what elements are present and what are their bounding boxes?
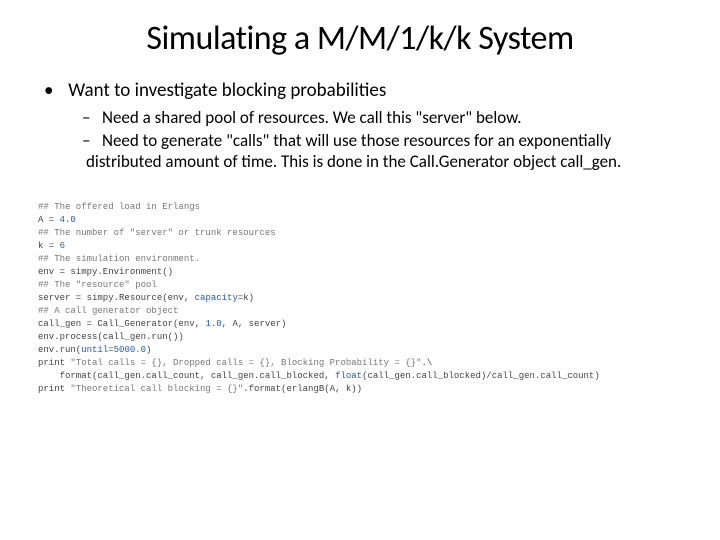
code-comment: ## A call generator object (38, 306, 178, 316)
code-block: ## The offered load in Erlangs A = 4.0 #… (38, 201, 672, 397)
code-string: "Theoretical call blocking = {}" (70, 384, 243, 394)
sub-bullet-text: Need a shared pool of resources. We call… (102, 107, 522, 128)
code-string: "Total calls = {}, Dropped calls = {}, B… (70, 358, 421, 368)
code-number: 5000.0 (114, 345, 146, 355)
code-kw: capacity (195, 293, 238, 303)
slide: Simulating a M/M/1/k/k System Want to in… (0, 0, 720, 396)
code-kw: until (81, 345, 108, 355)
code-line: env.run( (38, 345, 81, 355)
code-line: k = (38, 241, 60, 251)
code-comment: ## The offered load in Erlangs (38, 202, 200, 212)
code-line: .\ (421, 358, 432, 368)
code-number: 6 (60, 241, 65, 251)
code-line: server = simpy.Resource(env, (38, 293, 195, 303)
code-comment: ## The "resource" pool (38, 280, 157, 290)
code-line: print (38, 384, 70, 394)
code-line: , A, server) (222, 319, 287, 329)
sub-bullet-list: Need a shared pool of resources. We call… (86, 107, 672, 173)
code-line: A = (38, 215, 60, 225)
bullet-list: Want to investigate blocking probabiliti… (48, 79, 672, 173)
code-line: =k) (238, 293, 254, 303)
code-kw: float (335, 371, 362, 381)
code-line: env.process(call_gen.run()) (38, 332, 184, 342)
code-line: print (38, 358, 70, 368)
code-line: .format(erlangB(A, k)) (243, 384, 362, 394)
code-comment: ## The simulation environment. (38, 254, 200, 264)
sub-bullet-item: Need to generate "calls" that will use t… (86, 130, 672, 173)
code-line: env = simpy.Environment() (38, 267, 173, 277)
code-line: ) (146, 345, 151, 355)
code-line: (call_gen.call_blocked)/call_gen.call_co… (362, 371, 600, 381)
code-line: call_gen = Call_Generator(env, (38, 319, 205, 329)
code-comment: ## The number of "server" or trunk resou… (38, 228, 276, 238)
slide-title: Simulating a M/M/1/k/k System (48, 18, 672, 59)
sub-bullet-item: Need a shared pool of resources. We call… (86, 107, 672, 128)
code-line: format(call_gen.call_count, call_gen.cal… (38, 371, 335, 381)
code-number: 4.0 (60, 215, 76, 225)
sub-bullet-text: Need to generate "calls" that will use t… (86, 130, 621, 172)
bullet-text: Want to investigate blocking probabiliti… (68, 79, 386, 102)
code-number: 1.0 (205, 319, 221, 329)
bullet-item: Want to investigate blocking probabiliti… (48, 79, 672, 173)
